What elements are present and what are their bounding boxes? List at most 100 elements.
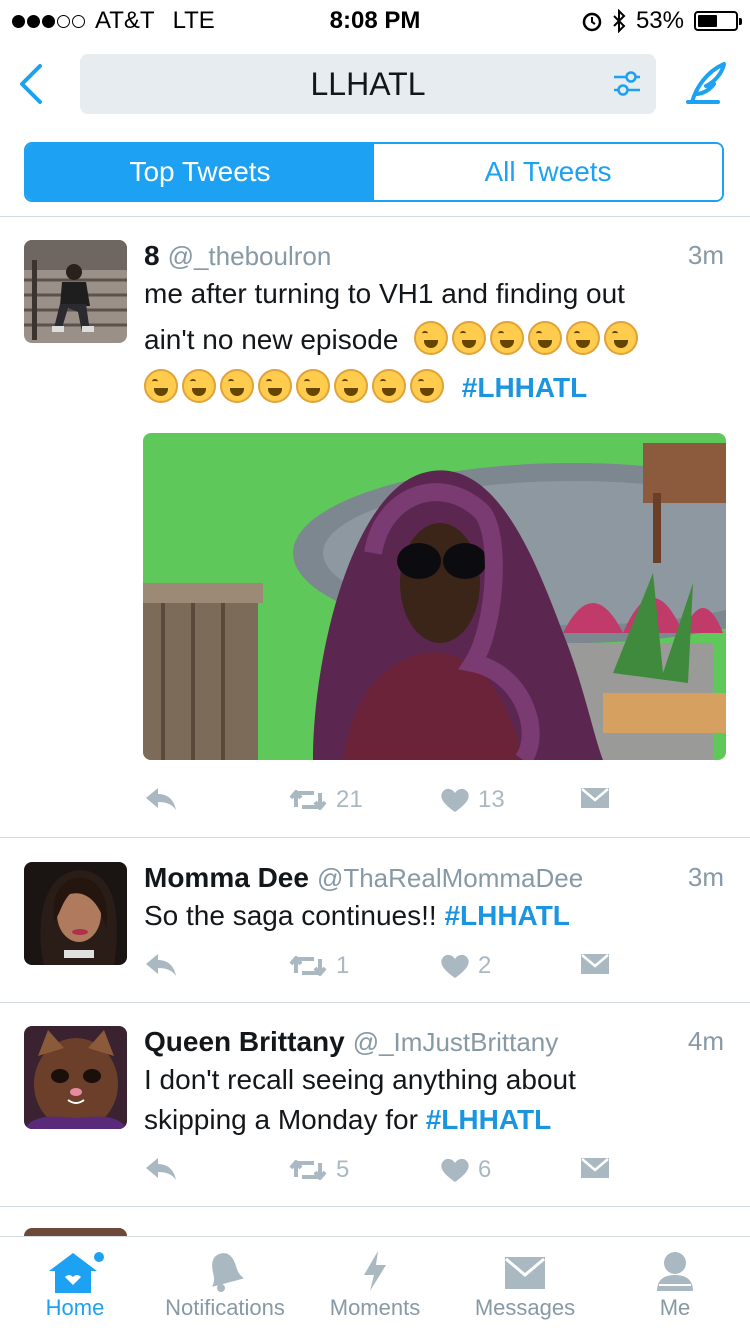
tweet-text-line: #LHHATL [144,368,726,408]
tweet-header: Queen Brittany @_ImJustBrittany [144,1026,726,1058]
user-handle[interactable]: @_theboulron [168,241,332,271]
envelope-icon [581,1158,609,1178]
tears-of-joy-emoji-icon [604,321,639,355]
tweet-text: So the saga continues!! #LHHATL [144,896,726,936]
battery-icon [694,11,742,31]
results-segmented-control: Top Tweets All Tweets [24,142,724,202]
avatar[interactable] [24,1026,127,1129]
emoji-row [414,321,642,355]
reply-icon [146,1158,176,1180]
reply-button[interactable] [144,786,178,812]
battery-percent: 53% [635,7,684,34]
tweet-text-line: ain't no new episode [144,320,726,360]
user-handle[interactable]: @ThaRealMommaDee [317,863,583,893]
tab-label: Messages [474,1295,576,1320]
tab-moments[interactable]: Moments [300,1237,450,1335]
tweet-item[interactable]: Momma Dee @ThaRealMommaDee 3m So the saga… [0,860,750,1000]
tab-messages[interactable]: Messages [450,1237,600,1335]
like-count: 13 [478,786,505,813]
tears-of-joy-emoji-icon [334,369,368,403]
alarm-icon [582,12,602,32]
tab-me[interactable]: Me [600,1237,750,1335]
tweet-timestamp: 3m [687,862,724,892]
reply-icon [146,954,176,976]
network-type: LTE [172,7,215,34]
like-button[interactable]: 6 [440,1156,491,1184]
reply-button[interactable] [144,952,178,978]
tears-of-joy-emoji-icon [258,369,292,403]
reply-icon [146,788,176,810]
hashtag-link[interactable]: #LHHATL [444,900,569,931]
direct-message-button[interactable] [580,786,610,810]
tab-label: Moments [329,1295,421,1320]
envelope-icon [581,788,609,808]
retweet-icon [289,790,327,810]
bluetooth-icon [613,9,626,33]
tweet-text-segment: skipping a Monday for [144,1104,418,1135]
tab-label: Home [45,1295,105,1320]
tab-all-tweets[interactable]: All Tweets [374,144,722,200]
tweet-text-segment: So the saga continues!! [144,900,437,931]
retweet-button[interactable]: 5 [288,1156,349,1184]
tweet-item[interactable]: Queen Brittany @_ImJustBrittany 4m I don'… [0,1024,750,1204]
signal-strength-icon [12,14,85,28]
like-button[interactable]: 13 [440,786,505,814]
tab-label: Notifications [165,1295,285,1320]
hashtag-link[interactable]: #LHHATL [462,372,587,403]
heart-icon [441,1158,469,1182]
tweet-text-line: me after turning to VH1 and finding out [144,278,625,309]
back-button[interactable] [14,62,50,106]
tab-home[interactable]: Home [0,1237,150,1335]
compose-tweet-button[interactable] [684,60,728,106]
next-tweet-avatar-partial [24,1228,127,1236]
carrier-name: AT&T [95,7,155,34]
lightning-icon [364,1251,386,1291]
direct-message-button[interactable] [580,1156,610,1180]
retweet-icon [289,1160,327,1180]
tab-label: Me [659,1295,691,1320]
avatar[interactable] [24,862,127,965]
tears-of-joy-emoji-icon [566,321,601,355]
hashtag-link[interactable]: #LHHATL [426,1104,551,1135]
direct-message-button[interactable] [580,952,610,976]
tweet-header: 8 @_theboulron [144,240,726,272]
like-count: 2 [478,952,492,979]
user-name[interactable]: Queen Brittany [144,1026,345,1057]
tweet-actions: 5 6 [144,1156,624,1196]
tears-of-joy-emoji-icon [144,369,178,403]
bell-icon [212,1253,244,1292]
user-handle[interactable]: @_ImJustBrittany [353,1027,559,1057]
retweet-count: 5 [336,1156,350,1183]
tab-notifications[interactable]: Notifications [150,1237,300,1335]
search-query: LLHATL [310,66,426,102]
avatar[interactable] [24,240,127,343]
bottom-tab-bar: Home Notifications Moments Messages Me [0,1236,750,1335]
user-name[interactable]: Momma Dee [144,862,309,893]
filter-icon[interactable] [612,70,642,98]
retweet-count: 1 [336,952,350,979]
tears-of-joy-emoji-icon [296,369,330,403]
tears-of-joy-emoji-icon [490,321,525,355]
tears-of-joy-emoji-icon [182,369,216,403]
tweet-actions: 1 2 [144,952,624,992]
retweet-button[interactable]: 1 [288,952,349,980]
carrier-info: AT&T LTE [12,7,215,35]
tab-top-tweets[interactable]: Top Tweets [26,144,374,200]
retweet-count: 21 [336,786,363,813]
retweet-button[interactable]: 21 [288,786,363,814]
like-count: 6 [478,1156,492,1183]
like-button[interactable]: 2 [440,952,491,980]
tweet-text: I don't recall seeing anything about ski… [144,1060,726,1140]
tweet-timestamp: 3m [687,240,724,270]
search-field[interactable]: LLHATL [80,54,656,114]
home-icon [49,1250,106,1293]
reply-button[interactable] [144,1156,178,1182]
tweet-item[interactable]: 8 @_theboulron 3m me after turning to VH1… [0,240,750,836]
user-name[interactable]: 8 [144,240,160,271]
search-header: LLHATL [0,40,750,128]
person-icon [657,1252,693,1291]
tweet-text-segment: ain't no new episode [144,324,399,355]
tweet-media-photo[interactable] [143,433,726,760]
tweet-text-line: I don't recall seeing anything about [144,1064,576,1095]
divider [0,1206,750,1207]
